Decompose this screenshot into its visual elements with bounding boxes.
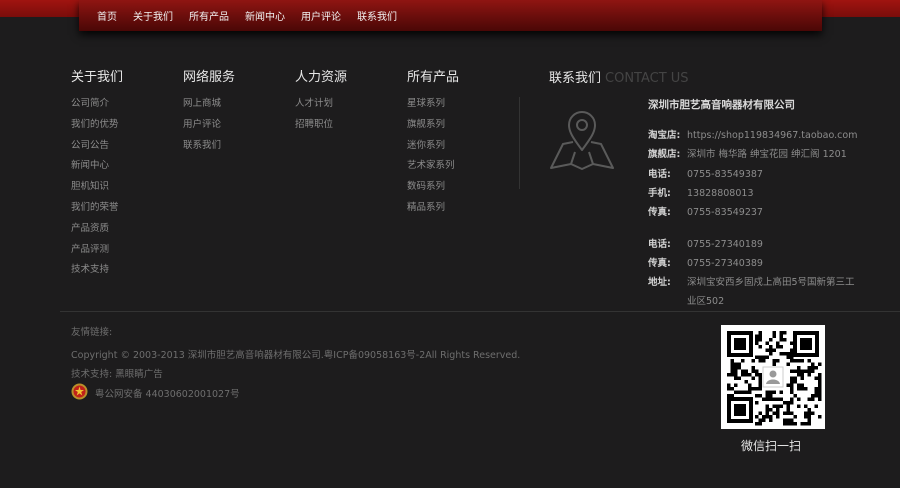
- footer-link[interactable]: 我们的优势: [71, 118, 123, 139]
- nav-products[interactable]: 所有产品: [189, 8, 229, 23]
- contact-value: 深圳市 梅华路 绅宝花园 绅汇阁 1201: [687, 149, 847, 160]
- nav-home[interactable]: 首页: [97, 8, 117, 23]
- footer-link[interactable]: 旗舰系列: [407, 118, 459, 139]
- footer-link[interactable]: 技术支持: [71, 263, 123, 284]
- nav-reviews[interactable]: 用户评论: [301, 8, 341, 23]
- footer-link[interactable]: 迷你系列: [407, 139, 459, 160]
- footer-link[interactable]: 公司公告: [71, 139, 123, 160]
- contact-row-fax: 传真: 0755-83549237: [648, 204, 763, 218]
- contact-key: 电话:: [648, 239, 671, 250]
- column-title: 网络服务: [183, 70, 236, 85]
- contact-row-address: 地址: 深圳宝安西乡固戍上高田5号国新第三工: [648, 274, 855, 288]
- contact-value: 0755-83549387: [687, 169, 763, 180]
- column-title: 关于我们: [71, 70, 124, 85]
- contact-row-mobile: 手机: 13828808013: [648, 185, 754, 199]
- footer-link[interactable]: 联系我们: [183, 139, 235, 160]
- contact-row-fax-2: 传真: 0755-27340389: [648, 255, 763, 269]
- map-pin-icon: [550, 111, 614, 170]
- footer-column-services: 网络服务 网上商城 用户评论 联系我们: [183, 66, 235, 159]
- friend-links-label: 友情链接:: [71, 327, 113, 338]
- contact-key: 传真:: [648, 258, 671, 269]
- footer-link[interactable]: 网上商城: [183, 97, 235, 118]
- contact-key: 电话:: [648, 169, 671, 180]
- contact-value: 深圳宝安西乡固戍上高田5号国新第三工: [687, 277, 855, 288]
- contact-key: 手机:: [648, 188, 671, 199]
- footer-link[interactable]: 公司简介: [71, 97, 123, 118]
- nav-about[interactable]: 关于我们: [133, 8, 173, 23]
- police-emblem-icon: [71, 383, 88, 400]
- footer-link[interactable]: 新闻中心: [71, 159, 123, 180]
- contact-row-store: 旗舰店: 深圳市 梅华路 绅宝花园 绅汇阁 1201: [648, 146, 847, 160]
- contact-row-taobao: 淘宝店: https://shop119834967.taobao.com: [648, 127, 857, 141]
- main-nav: 首页 关于我们 所有产品 新闻中心 用户评论 联系我们: [79, 0, 822, 31]
- footer-link[interactable]: 胆机知识: [71, 180, 123, 201]
- footer-link[interactable]: 产品资质: [71, 222, 123, 243]
- footer-column-products: 所有产品 星球系列 旗舰系列 迷你系列 艺术家系列 数码系列 精品系列: [407, 66, 459, 222]
- copyright-text: Copyright © 2003-2013 深圳市胆艺高音响器材有限公司.粤IC…: [71, 350, 521, 361]
- footer-link[interactable]: 人才计划: [295, 97, 347, 118]
- footer-link[interactable]: 招聘职位: [295, 118, 347, 139]
- vertical-divider: [519, 97, 520, 189]
- contact-value: 0755-27340189: [687, 239, 763, 250]
- column-title: 所有产品: [407, 70, 460, 85]
- contact-key: 地址:: [648, 277, 671, 288]
- contact-value: 业区502: [687, 296, 725, 307]
- footer-link[interactable]: 用户评论: [183, 118, 235, 139]
- contact-row-phone-2: 电话: 0755-27340189: [648, 236, 763, 250]
- contact-row-phone: 电话: 0755-83549387: [648, 166, 763, 180]
- tech-support-text: 技术支持: 黑眼睛广告: [71, 369, 163, 380]
- contact-row-address-cont: 业区502: [648, 293, 724, 307]
- footer-link[interactable]: 数码系列: [407, 180, 459, 201]
- footer-link[interactable]: 我们的荣誉: [71, 201, 123, 222]
- contact-title: 联系我们 CONTACT US: [549, 67, 689, 86]
- footer-link[interactable]: 产品评测: [71, 243, 123, 264]
- footer-link[interactable]: 星球系列: [407, 97, 459, 118]
- footer-link[interactable]: 精品系列: [407, 201, 459, 222]
- contact-value: 0755-83549237: [687, 207, 763, 218]
- contact-value[interactable]: https://shop119834967.taobao.com: [687, 130, 857, 141]
- wechat-qr-code: [721, 325, 825, 429]
- police-record-text[interactable]: 粤公网安备 44030602001027号: [95, 386, 240, 400]
- footer-link[interactable]: 艺术家系列: [407, 159, 459, 180]
- footer-column-about: 关于我们 公司简介 我们的优势 公司公告 新闻中心 胆机知识 我们的荣誉 产品资…: [71, 66, 123, 284]
- contact-title-cn: 联系我们: [549, 71, 602, 86]
- contact-key: 旗舰店:: [648, 149, 681, 160]
- contact-value: 0755-27340389: [687, 258, 763, 269]
- company-name: 深圳市胆艺高音响器材有限公司: [648, 99, 795, 111]
- qr-label: 微信扫一扫: [741, 439, 802, 453]
- nav-news[interactable]: 新闻中心: [245, 8, 285, 23]
- horizontal-divider: [60, 311, 900, 312]
- contact-key: 淘宝店:: [648, 130, 681, 141]
- contact-key: 传真:: [648, 207, 671, 218]
- contact-value: 13828808013: [687, 188, 754, 199]
- footer-column-hr: 人力资源 人才计划 招聘职位: [295, 66, 347, 139]
- contact-title-en: CONTACT US: [605, 71, 689, 86]
- column-title: 人力资源: [295, 70, 348, 85]
- nav-contact[interactable]: 联系我们: [357, 8, 397, 23]
